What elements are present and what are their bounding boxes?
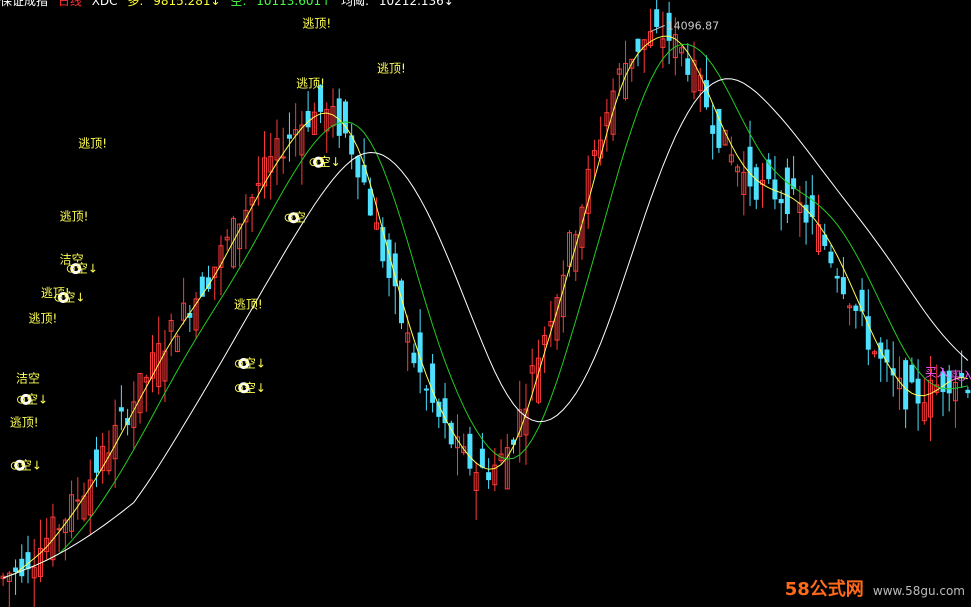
watermark-url: www.58gu.com: [872, 584, 965, 598]
ma-fast-line: [2, 35, 968, 579]
signal-label: ⊙空↓: [309, 155, 341, 169]
candle-body: [778, 199, 784, 204]
candle-body: [336, 98, 342, 136]
candle-body: [766, 159, 772, 180]
ma-slow-line: [2, 78, 969, 579]
signal-label: 买入: [925, 366, 949, 380]
candle-body: [13, 567, 19, 572]
candle-body: [784, 167, 790, 215]
watermark-logo: 58公式网: [784, 579, 864, 600]
candle-body: [380, 227, 386, 262]
candle-body: [710, 125, 716, 134]
signal-label: ⊙空↓: [66, 262, 98, 276]
signal-label: 逃顶!: [302, 16, 331, 30]
kong-label: 空:: [230, 0, 247, 8]
candle-body: [367, 188, 373, 216]
duo-value: 9815.281↓: [153, 0, 221, 8]
candle-body: [486, 472, 492, 481]
candle-body: [75, 499, 81, 502]
ma-mid-line: [2, 43, 968, 579]
watermark: 58公式网 www.58gu.com: [785, 575, 965, 601]
candle-body: [753, 167, 759, 200]
candle-body: [25, 552, 31, 570]
signal-label: ⊙空↓: [234, 356, 266, 370]
candle-body: [305, 111, 311, 128]
candle-body: [909, 364, 915, 383]
candle-body: [635, 38, 641, 52]
avg-value: 10212.136↓: [378, 0, 454, 8]
candle-body: [828, 251, 834, 264]
candle-body: [853, 305, 859, 311]
candle-body: [685, 58, 691, 75]
signal-label: 逃顶!: [78, 137, 107, 151]
avg-label: 均阈:: [341, 0, 370, 8]
candle-body: [355, 156, 361, 178]
candle-body: [286, 134, 292, 139]
candle-body: [430, 363, 436, 403]
candle-body: [467, 433, 473, 469]
candle-body: [93, 449, 99, 473]
signal-label: ⊙空↓: [10, 458, 42, 472]
signal-label: 逃顶!: [377, 61, 406, 75]
signal-label: ⊙空↓: [16, 392, 48, 406]
candle-body: [840, 277, 846, 295]
candle-body: [118, 407, 124, 412]
candle-body: [747, 146, 753, 187]
candle-body: [703, 80, 709, 108]
signal-label: 逃顶!: [296, 77, 325, 91]
candle-body: [654, 9, 660, 27]
signal-label: 逃顶!: [28, 311, 57, 325]
candle-body: [411, 352, 417, 364]
high-value-label: 14096.87: [667, 19, 720, 32]
candlestick-chart: 14096.87逃顶!逃顶!逃顶!洁空逃顶!逃顶!洁空⊙空↓逃顶!⊙空↓⊙空↓⊙…: [0, 0, 971, 607]
signal-label: 逃顶!: [60, 210, 89, 224]
candle-body: [280, 156, 286, 159]
signal-label: 洁空: [16, 372, 40, 386]
indicator-header: 保证成指 日线 XDC 多: 9815.281↓ 空: 10113.601↑ 均…: [0, 0, 460, 8]
chart-title: 保证成指: [0, 0, 49, 8]
indicator-name: XDC: [91, 0, 118, 8]
signal-label: 逃顶!: [234, 297, 263, 311]
line-label: 日线: [57, 0, 82, 8]
signal-label: ⊙空: [284, 211, 306, 225]
candle-body: [834, 275, 840, 279]
signal-label: ⊙空↓: [53, 291, 85, 305]
candle-body: [903, 360, 909, 410]
signal-label: 买入: [950, 369, 971, 383]
candle-body: [479, 448, 485, 468]
duo-label: 多:: [127, 0, 144, 8]
kong-value: 10113.601↑: [256, 0, 332, 8]
candle-body: [965, 389, 971, 394]
candle-body: [915, 378, 921, 404]
signal-label: ⊙空↓: [234, 381, 266, 395]
signal-label: 逃顶!: [10, 415, 39, 429]
candle-body: [423, 388, 429, 391]
